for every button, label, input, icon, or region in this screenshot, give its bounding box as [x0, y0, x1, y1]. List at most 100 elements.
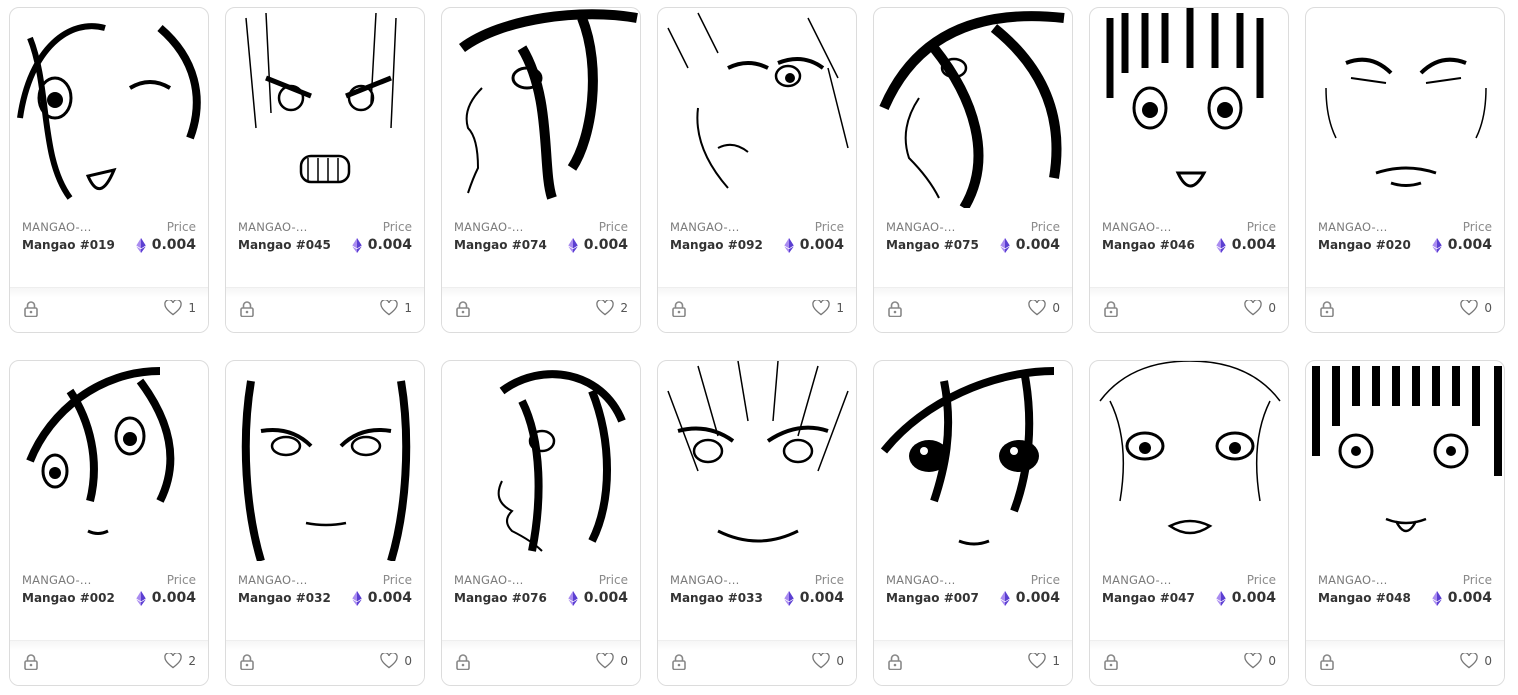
collection-name[interactable]: MANGAO-... — [1102, 220, 1171, 234]
item-name[interactable]: Mangao #007 — [886, 591, 979, 605]
item-name[interactable]: Mangao #032 — [238, 591, 331, 605]
nft-artwork[interactable] — [1090, 8, 1288, 208]
price-value: 0.004 — [568, 237, 628, 253]
nft-card[interactable]: MANGAO-... Mangao #074 Price 0.004 2 — [441, 7, 641, 333]
collection-name[interactable]: MANGAO-... — [238, 573, 307, 587]
like-button[interactable]: 1 — [380, 300, 412, 316]
collection-name[interactable]: MANGAO-... — [22, 573, 91, 587]
item-name[interactable]: Mangao #075 — [886, 238, 979, 252]
like-button[interactable]: 0 — [1244, 300, 1276, 316]
price-amount: 0.004 — [1015, 590, 1060, 606]
price-amount: 0.004 — [151, 590, 196, 606]
nft-artwork[interactable] — [1306, 361, 1504, 561]
nft-artwork[interactable] — [442, 8, 640, 208]
nft-artwork[interactable] — [658, 8, 856, 208]
nft-artwork[interactable] — [658, 361, 856, 561]
nft-card[interactable]: MANGAO-... Mangao #048 Price 0.004 0 — [1305, 360, 1505, 686]
price-amount: 0.004 — [1447, 590, 1492, 606]
nft-card[interactable]: MANGAO-... Mangao #047 Price 0.004 0 — [1089, 360, 1289, 686]
lock-icon — [888, 654, 902, 670]
like-count: 1 — [1052, 654, 1060, 668]
item-name[interactable]: Mangao #020 — [1318, 238, 1411, 252]
collection-name[interactable]: MANGAO-... — [886, 220, 955, 234]
nft-card[interactable]: MANGAO-... Mangao #092 Price 0.004 1 — [657, 7, 857, 333]
nft-artwork[interactable] — [226, 8, 424, 208]
nft-card[interactable]: MANGAO-... Mangao #075 Price 0.004 0 — [873, 7, 1073, 333]
nft-card[interactable]: MANGAO-... Mangao #045 Price 0.004 1 — [225, 7, 425, 333]
collection-name[interactable]: MANGAO-... — [670, 220, 739, 234]
like-button[interactable]: 2 — [164, 653, 196, 669]
like-button[interactable]: 0 — [596, 653, 628, 669]
item-name[interactable]: Mangao #048 — [1318, 591, 1411, 605]
price-amount: 0.004 — [583, 590, 628, 606]
like-button[interactable]: 0 — [1244, 653, 1276, 669]
card-footer: 0 — [442, 640, 640, 685]
item-name[interactable]: Mangao #019 — [22, 238, 115, 252]
nft-artwork[interactable] — [10, 361, 208, 561]
nft-artwork[interactable] — [874, 8, 1072, 208]
item-name[interactable]: Mangao #033 — [670, 591, 763, 605]
price-label: Price — [1462, 220, 1492, 234]
card-info: MANGAO-... Mangao #033 Price 0.004 — [670, 573, 844, 621]
nft-card[interactable]: MANGAO-... Mangao #046 Price 0.004 0 — [1089, 7, 1289, 333]
price-label: Price — [1246, 573, 1276, 587]
like-button[interactable]: 0 — [380, 653, 412, 669]
lock-icon — [1104, 654, 1118, 670]
like-button[interactable]: 0 — [812, 653, 844, 669]
price-amount: 0.004 — [1015, 237, 1060, 253]
nft-artwork[interactable] — [874, 361, 1072, 561]
collection-name[interactable]: MANGAO-... — [454, 220, 523, 234]
card-footer: 1 — [874, 640, 1072, 685]
collection-name[interactable]: MANGAO-... — [670, 573, 739, 587]
nft-card[interactable]: MANGAO-... Mangao #032 Price 0.004 0 — [225, 360, 425, 686]
like-button[interactable]: 0 — [1460, 653, 1492, 669]
lock-icon — [456, 301, 470, 317]
collection-name[interactable]: MANGAO-... — [238, 220, 307, 234]
item-name[interactable]: Mangao #046 — [1102, 238, 1195, 252]
collection-name[interactable]: MANGAO-... — [886, 573, 955, 587]
item-name[interactable]: Mangao #002 — [22, 591, 115, 605]
price-label: Price — [814, 573, 844, 587]
nft-card[interactable]: MANGAO-... Mangao #033 Price 0.004 0 — [657, 360, 857, 686]
ethereum-icon — [784, 590, 794, 606]
nft-artwork[interactable] — [1090, 361, 1288, 561]
collection-name[interactable]: MANGAO-... — [22, 220, 91, 234]
price-label: Price — [598, 573, 628, 587]
price-value: 0.004 — [568, 590, 628, 606]
item-name[interactable]: Mangao #045 — [238, 238, 331, 252]
like-button[interactable]: 0 — [1460, 300, 1492, 316]
like-count: 0 — [1268, 301, 1276, 315]
item-name[interactable]: Mangao #074 — [454, 238, 547, 252]
price-amount: 0.004 — [1447, 237, 1492, 253]
item-name[interactable]: Mangao #047 — [1102, 591, 1195, 605]
nft-card[interactable]: MANGAO-... Mangao #020 Price 0.004 0 — [1305, 7, 1505, 333]
collection-name[interactable]: MANGAO-... — [1102, 573, 1171, 587]
like-button[interactable]: 0 — [1028, 300, 1060, 316]
collection-name[interactable]: MANGAO-... — [1318, 573, 1387, 587]
heart-icon — [1460, 653, 1479, 669]
collection-name[interactable]: MANGAO-... — [1318, 220, 1387, 234]
like-button[interactable]: 1 — [812, 300, 844, 316]
like-button[interactable]: 2 — [596, 300, 628, 316]
nft-artwork[interactable] — [442, 361, 640, 561]
nft-card[interactable]: MANGAO-... Mangao #002 Price 0.004 2 — [9, 360, 209, 686]
nft-artwork[interactable] — [10, 8, 208, 208]
price-amount: 0.004 — [799, 590, 844, 606]
like-button[interactable]: 1 — [1028, 653, 1060, 669]
card-info: MANGAO-... Mangao #002 Price 0.004 — [22, 573, 196, 621]
ethereum-icon — [1432, 237, 1442, 253]
nft-card[interactable]: MANGAO-... Mangao #076 Price 0.004 0 — [441, 360, 641, 686]
nft-artwork[interactable] — [1306, 8, 1504, 208]
nft-card[interactable]: MANGAO-... Mangao #019 Price 0.004 1 — [9, 7, 209, 333]
like-button[interactable]: 1 — [164, 300, 196, 316]
card-info: MANGAO-... Mangao #032 Price 0.004 — [238, 573, 412, 621]
nft-card[interactable]: MANGAO-... Mangao #007 Price 0.004 1 — [873, 360, 1073, 686]
card-footer: 1 — [658, 287, 856, 332]
item-name[interactable]: Mangao #092 — [670, 238, 763, 252]
ethereum-icon — [1216, 237, 1226, 253]
collection-name[interactable]: MANGAO-... — [454, 573, 523, 587]
ethereum-icon — [352, 237, 362, 253]
item-name[interactable]: Mangao #076 — [454, 591, 547, 605]
like-count: 0 — [836, 654, 844, 668]
nft-artwork[interactable] — [226, 361, 424, 561]
